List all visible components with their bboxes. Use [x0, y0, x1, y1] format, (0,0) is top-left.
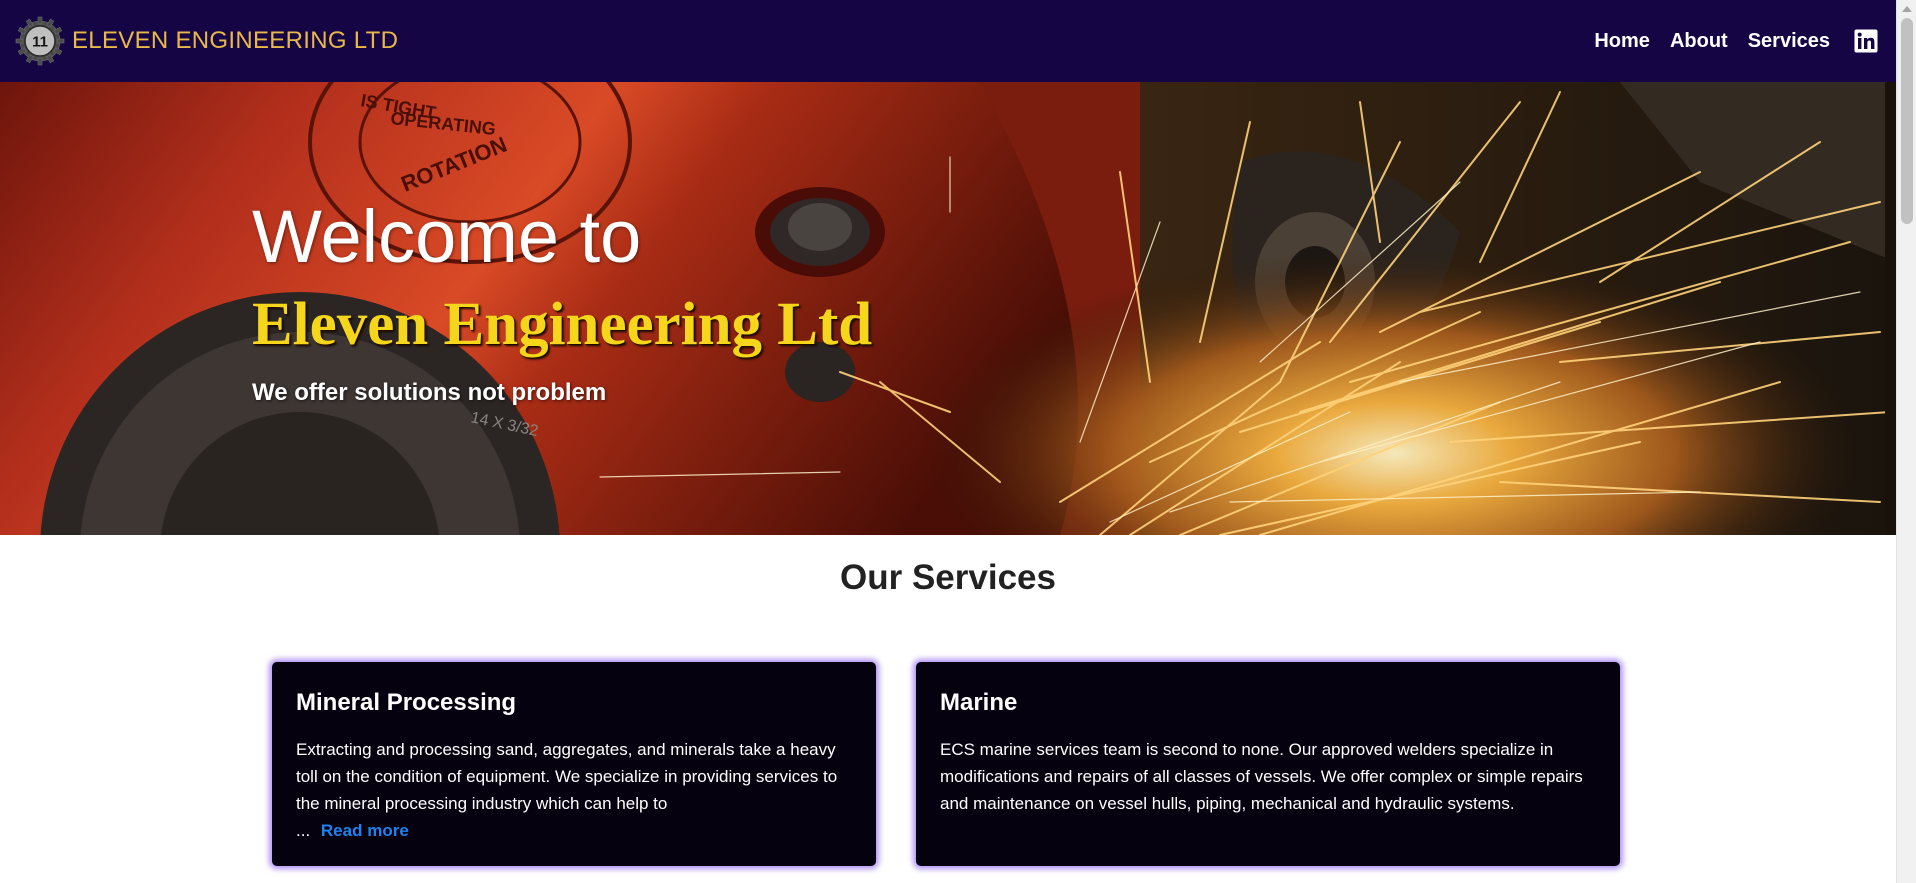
- hero-tagline: We offer solutions not problem: [252, 379, 607, 406]
- service-card-mineral-processing: Mineral Processing Extracting and proces…: [272, 662, 876, 866]
- nav-home-link[interactable]: Home: [1594, 30, 1650, 53]
- service-card-title: Mineral Processing: [296, 689, 517, 716]
- hero-banner: IS TIGHT OPERATING ROTATION 14 X 3/32 We…: [0, 82, 1896, 535]
- scroll-up-arrow-icon[interactable]: [1902, 6, 1912, 12]
- main-nav: Home About Services: [1594, 29, 1878, 53]
- ellipsis: ...: [296, 821, 311, 841]
- services-section-title: Our Services: [840, 558, 1056, 597]
- service-card-description: ECS marine services team is second to no…: [940, 740, 1583, 814]
- nav-about-link[interactable]: About: [1670, 30, 1728, 53]
- navbar: 11 ELEVEN ENGINEERING LTD Home About Ser…: [0, 0, 1896, 82]
- brand-name: ELEVEN ENGINEERING LTD: [72, 27, 399, 54]
- service-card-marine: Marine ECS marine services team is secon…: [916, 662, 1620, 866]
- hero-text-block: Welcome to Eleven Engineering Ltd We off…: [252, 200, 872, 407]
- service-card-title: Marine: [940, 689, 1018, 716]
- brand-link[interactable]: 11 ELEVEN ENGINEERING LTD: [14, 15, 398, 67]
- page-scrollbar[interactable]: [1896, 0, 1916, 883]
- read-more-link[interactable]: Read more: [321, 821, 409, 840]
- linkedin-icon[interactable]: [1854, 29, 1878, 53]
- page: 11 ELEVEN ENGINEERING LTD Home About Ser…: [0, 0, 1916, 883]
- scrollbar-thumb[interactable]: [1901, 18, 1913, 224]
- hero-company-name: Eleven Engineering Ltd: [252, 291, 873, 358]
- hero-welcome-heading: Welcome to: [252, 195, 642, 278]
- svg-text:11: 11: [32, 34, 48, 51]
- nav-services-link[interactable]: Services: [1748, 30, 1830, 53]
- gear-logo-icon: 11: [15, 16, 65, 66]
- service-card-text: Extracting and processing sand, aggregat…: [296, 736, 852, 844]
- service-card-description: Extracting and processing sand, aggregat…: [296, 740, 838, 814]
